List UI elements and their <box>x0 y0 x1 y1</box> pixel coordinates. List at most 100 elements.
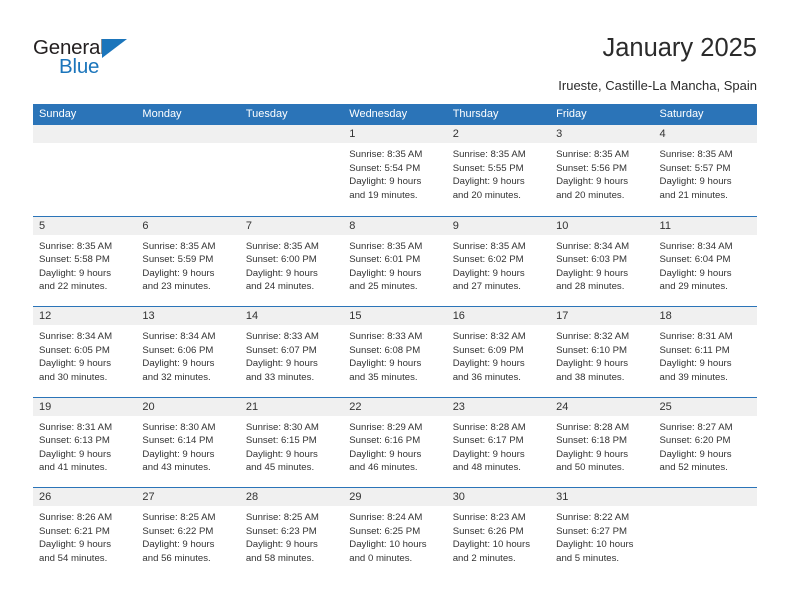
calendar-day-cell[interactable]: 13 Sunrise: 8:34 AM Sunset: 6:06 PM Dayligh… <box>136 307 240 397</box>
calendar-day-cell[interactable]: 5 Sunrise: 8:35 AM Sunset: 5:58 PM Daylight… <box>33 216 137 306</box>
calendar-day-cell[interactable]: 15 Sunrise: 8:33 AM Sunset: 6:08 PM Dayligh… <box>343 307 447 397</box>
calendar-day-cell[interactable]: 25 Sunrise: 8:27 AM Sunset: 6:20 PM Dayligh… <box>653 397 757 487</box>
day-sun-info: Sunrise: 8:31 AM Sunset: 6:13 PM Daylight:… <box>33 416 136 475</box>
calendar-day-cell[interactable]: 26 Sunrise: 8:26 AM Sunset: 6:21 PM Dayligh… <box>33 488 137 578</box>
calendar-day-cell[interactable]: 30 Sunrise: 8:23 AM Sunset: 6:26 PM Dayligh… <box>446 488 551 578</box>
calendar-day-cell[interactable]: 8 Sunrise: 8:35 AM Sunset: 6:01 PM Daylight… <box>343 216 447 306</box>
day-info-line: and 58 minutes. <box>245 552 315 564</box>
day-info-line: Sunrise: 8:25 AM <box>245 512 319 523</box>
weekday-header-friday: Friday <box>556 108 587 120</box>
day-info-line: Sunrise: 8:35 AM <box>349 240 423 252</box>
day-number: 11 <box>653 216 757 235</box>
day-info-line: and 20 minutes. <box>452 189 521 201</box>
logo-text-blue: Blue <box>59 55 100 78</box>
day-info-line: Sunset: 6:08 PM <box>349 344 421 356</box>
calendar-week-row: 12 Sunrise: 8:34 AM Sunset: 6:05 PM Dayligh… <box>33 306 757 397</box>
day-sun-info: Sunrise: 8:30 AM Sunset: 6:14 PM Daylight:… <box>136 416 239 475</box>
day-number: 19 <box>33 397 137 416</box>
day-info-line: and 43 minutes. <box>142 462 211 474</box>
day-info-line: Sunrise: 8:32 AM <box>452 331 526 342</box>
day-number: 25 <box>653 397 757 416</box>
calendar-day-cell[interactable]: 11 Sunrise: 8:34 AM Sunset: 6:04 PM Dayligh… <box>653 216 757 306</box>
calendar-weeks: 1 Sunrise: 8:35 AM Sunset: 5:54 PM Daylight… <box>33 125 757 578</box>
calendar-day-cell[interactable]: 9 Sunrise: 8:35 AM Sunset: 6:02 PM Daylight… <box>446 216 551 306</box>
day-sun-info: Sunrise: 8:35 AM Sunset: 5:54 PM Daylight:… <box>343 143 446 202</box>
day-info-line: Daylight: 9 hours <box>142 358 215 370</box>
day-info-line: Sunrise: 8:31 AM <box>659 331 733 342</box>
day-info-line: Sunrise: 8:34 AM <box>39 331 113 342</box>
calendar-day-cell[interactable]: 16 Sunrise: 8:32 AM Sunset: 6:09 PM Dayligh… <box>446 307 551 397</box>
day-sun-info: Sunrise: 8:30 AM Sunset: 6:15 PM Daylight:… <box>240 416 343 475</box>
calendar-day-cell[interactable]: 2 Sunrise: 8:35 AM Sunset: 5:55 PM Daylight… <box>446 125 551 216</box>
day-info-line: Daylight: 9 hours <box>39 539 111 551</box>
calendar-week-row: 5 Sunrise: 8:35 AM Sunset: 5:58 PM Daylight… <box>33 215 757 306</box>
day-info-line: Daylight: 9 hours <box>39 358 111 370</box>
day-info-line: and 28 minutes. <box>556 281 625 293</box>
day-info-line: Sunset: 5:56 PM <box>556 162 628 174</box>
day-info-line: Sunrise: 8:35 AM <box>452 149 526 160</box>
day-info-line: Sunset: 6:09 PM <box>452 344 524 356</box>
calendar-day-cell[interactable]: 6 Sunrise: 8:35 AM Sunset: 5:59 PM Daylight… <box>136 216 240 306</box>
calendar-day-cell[interactable]: 10 Sunrise: 8:34 AM Sunset: 6:03 PM Dayligh… <box>550 216 654 306</box>
calendar-day-cell[interactable]: 28 Sunrise: 8:25 AM Sunset: 6:23 PM Dayligh… <box>239 488 344 578</box>
calendar-day-cell[interactable]: 29 Sunrise: 8:24 AM Sunset: 6:25 PM Dayligh… <box>343 488 447 578</box>
calendar-day-cell[interactable]: 12 Sunrise: 8:34 AM Sunset: 6:05 PM Dayligh… <box>33 307 137 397</box>
day-info-line: Sunrise: 8:23 AM <box>452 512 526 523</box>
day-info-line: Daylight: 9 hours <box>142 267 215 279</box>
day-number: 13 <box>136 307 240 325</box>
day-info-line: Sunrise: 8:28 AM <box>452 421 526 433</box>
day-number: 28 <box>239 488 344 506</box>
day-info-line: Daylight: 9 hours <box>452 176 525 188</box>
day-number: 2 <box>446 125 551 143</box>
calendar-day-cell[interactable]: 14 Sunrise: 8:33 AM Sunset: 6:07 PM Dayligh… <box>239 307 344 397</box>
day-number: 21 <box>239 397 344 416</box>
day-number: 8 <box>343 216 447 235</box>
day-info-line: and 52 minutes. <box>659 462 728 474</box>
calendar-day-cell[interactable]: 7 Sunrise: 8:35 AM Sunset: 6:00 PM Daylight… <box>239 216 344 306</box>
calendar-day-cell-empty <box>239 125 344 216</box>
calendar-day-cell[interactable]: 18 Sunrise: 8:31 AM Sunset: 6:11 PM Dayligh… <box>653 307 757 397</box>
calendar-day-cell[interactable]: 19 Sunrise: 8:31 AM Sunset: 6:13 PM Dayligh… <box>33 397 137 487</box>
day-sun-info: Sunrise: 8:29 AM Sunset: 6:16 PM Daylight:… <box>343 416 446 475</box>
day-number: 10 <box>550 216 654 235</box>
day-info-line: Sunset: 6:05 PM <box>39 344 110 356</box>
day-info-line: and 39 minutes. <box>659 371 728 383</box>
calendar-day-cell[interactable]: 27 Sunrise: 8:25 AM Sunset: 6:22 PM Dayligh… <box>136 488 240 578</box>
calendar-day-cell[interactable]: 23 Sunrise: 8:28 AM Sunset: 6:17 PM Dayligh… <box>446 397 551 487</box>
day-info-line: and 27 minutes. <box>452 281 521 293</box>
day-sun-info: Sunrise: 8:33 AM Sunset: 6:08 PM Daylight:… <box>343 325 446 384</box>
day-number: 7 <box>239 216 344 235</box>
calendar-day-cell[interactable]: 1 Sunrise: 8:35 AM Sunset: 5:54 PM Daylight… <box>343 125 447 216</box>
day-info-line: and 50 minutes. <box>556 462 625 474</box>
calendar-day-cell[interactable]: 4 Sunrise: 8:35 AM Sunset: 5:57 PM Daylight… <box>653 125 757 216</box>
day-info-line: Daylight: 9 hours <box>556 267 629 279</box>
day-info-line: Sunrise: 8:28 AM <box>556 421 630 433</box>
day-info-line: Sunset: 6:27 PM <box>556 525 628 537</box>
day-info-line: and 29 minutes. <box>659 281 728 293</box>
day-number: 15 <box>343 307 447 325</box>
day-info-line: Sunset: 6:23 PM <box>245 525 317 537</box>
day-sun-info: Sunrise: 8:27 AM Sunset: 6:20 PM Daylight:… <box>654 416 757 475</box>
calendar-day-cell[interactable]: 3 Sunrise: 8:35 AM Sunset: 5:56 PM Daylight… <box>550 125 654 216</box>
day-number: 31 <box>550 488 654 506</box>
day-number: 27 <box>136 488 240 506</box>
calendar-day-cell-empty <box>653 488 757 578</box>
day-sun-info <box>240 143 343 148</box>
day-info-line: Daylight: 9 hours <box>245 358 318 370</box>
calendar-day-cell[interactable]: 17 Sunrise: 8:32 AM Sunset: 6:10 PM Dayligh… <box>550 307 654 397</box>
day-info-line: Sunrise: 8:31 AM <box>39 421 113 433</box>
day-sun-info: Sunrise: 8:35 AM Sunset: 5:57 PM Daylight:… <box>654 143 757 202</box>
day-number <box>239 125 344 143</box>
day-info-line: Sunrise: 8:34 AM <box>142 331 216 342</box>
calendar-day-cell[interactable]: 24 Sunrise: 8:28 AM Sunset: 6:18 PM Dayligh… <box>550 397 654 487</box>
day-info-line: Sunset: 6:01 PM <box>349 254 421 266</box>
day-info-line: and 23 minutes. <box>142 281 211 293</box>
calendar-day-cell[interactable]: 20 Sunrise: 8:30 AM Sunset: 6:14 PM Dayligh… <box>136 397 240 487</box>
calendar-day-cell[interactable]: 31 Sunrise: 8:22 AM Sunset: 6:27 PM Dayligh… <box>550 488 654 578</box>
calendar-day-cell[interactable]: 21 Sunrise: 8:30 AM Sunset: 6:15 PM Dayligh… <box>239 397 344 487</box>
weekday-header-tuesday: Tuesday <box>245 108 288 120</box>
day-info-line: Sunrise: 8:35 AM <box>142 240 216 252</box>
calendar-day-cell[interactable]: 22 Sunrise: 8:29 AM Sunset: 6:16 PM Dayligh… <box>343 397 447 487</box>
page-title: January 2025 <box>602 34 757 62</box>
day-info-line: and 20 minutes. <box>556 189 625 201</box>
